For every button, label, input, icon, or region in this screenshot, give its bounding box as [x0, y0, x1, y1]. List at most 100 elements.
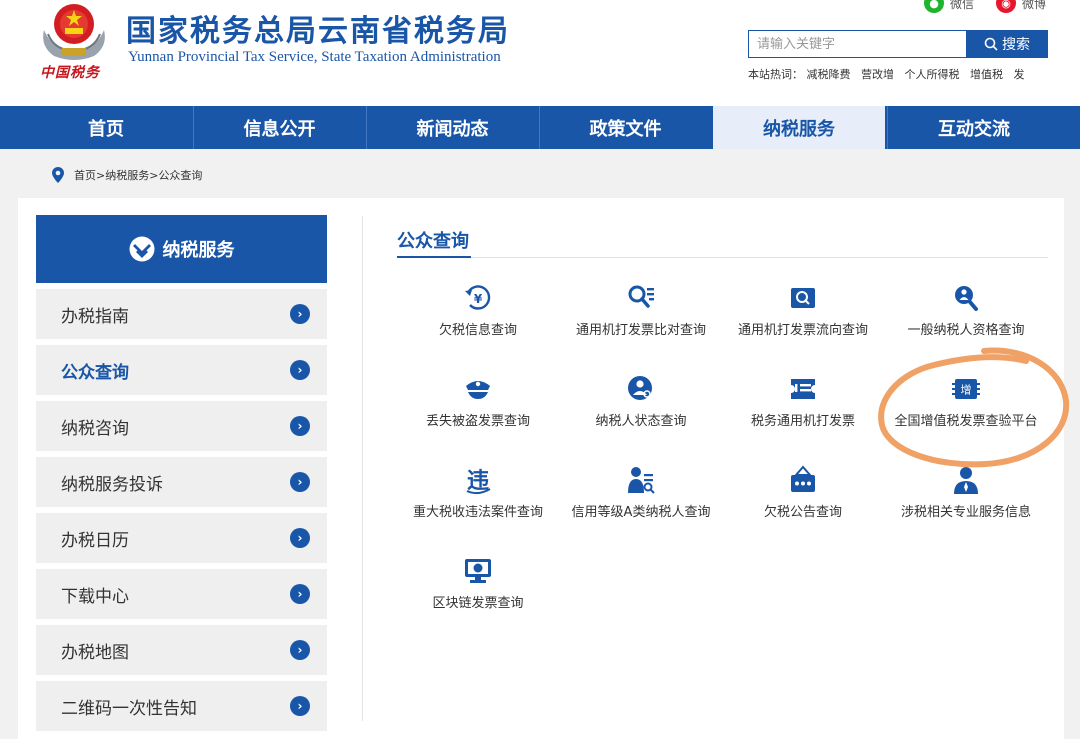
service-label: 丢失被盗发票查询: [425, 414, 530, 429]
main-nav: 首页 信息公开 新闻动态 政策文件 纳税服务 互动交流: [0, 106, 1080, 149]
sidebar-item-label: 二维码一次性告知: [61, 698, 197, 719]
service-label: 税务通用机打发票: [750, 414, 855, 429]
person-search-icon: [628, 376, 652, 400]
highlight-annotation: [878, 347, 1070, 468]
tax-service-logo-icon: [129, 236, 154, 262]
breadcrumb-tax-service[interactable]: 纳税服务: [105, 167, 149, 183]
weibo-icon: ◉: [996, 0, 1016, 13]
service-machine-invoice[interactable]: 税务通用机打发票: [722, 374, 884, 429]
service-tax-arrears-notice-query[interactable]: 欠税公告查询: [722, 465, 884, 520]
hot-words-label: 本站热词：: [748, 68, 803, 81]
chevron-right-icon: ›: [290, 472, 310, 492]
sidebar-title: 纳税服务: [162, 240, 235, 261]
breadcrumb: 首页 > 纳税服务 > 公众查询: [52, 166, 202, 184]
emblem-caption: 中国税务: [40, 65, 100, 81]
nav-item-policy[interactable]: 政策文件: [539, 106, 711, 149]
service-label: 区块链发票查询: [432, 596, 524, 611]
search-button[interactable]: 搜索: [966, 30, 1048, 58]
service-major-tax-violation-query[interactable]: 违 重大税收违法案件查询: [397, 465, 559, 520]
search-input[interactable]: [748, 30, 966, 58]
wechat-icon: ●: [924, 0, 944, 13]
service-taxpayer-status-query[interactable]: 纳税人状态查询: [560, 374, 722, 429]
service-label: 通用机打发票流向查询: [737, 323, 868, 338]
magnifier-person-icon: [955, 286, 978, 311]
sidebar-item-label: 办税指南: [61, 306, 129, 327]
sidebar-item-label: 纳税服务投诉: [61, 474, 163, 495]
hot-word-link[interactable]: 个人所得税: [905, 68, 960, 81]
sidebar-item-label: 纳税咨询: [61, 418, 129, 439]
sidebar-item-map[interactable]: 办税地图 ›: [36, 625, 327, 675]
service-professional-info[interactable]: 涉税相关专业服务信息: [885, 465, 1047, 520]
search-icon: [984, 37, 998, 51]
chevron-right-icon: ›: [290, 360, 310, 380]
hot-words: 本站热词： 减税降费 营改增 个人所得税 增值税 发: [748, 66, 1048, 82]
service-invoice-flow-query[interactable]: 通用机打发票流向查询: [722, 283, 884, 338]
site-header: 中国税务 国家税务总局云南省税务局 Yunnan Provincial Tax …: [0, 0, 1080, 106]
section-divider: [397, 257, 1048, 258]
section-title-underline: [397, 256, 471, 258]
service-label: 一般纳税人资格查询: [907, 323, 1025, 338]
service-label: 信用等级A类纳税人查询: [571, 505, 711, 520]
police-cap-icon: [466, 381, 490, 399]
service-label: 纳税人状态查询: [595, 414, 687, 429]
breadcrumb-current: 公众查询: [158, 169, 203, 182]
hot-word-link[interactable]: 发: [1014, 68, 1025, 81]
wechat-label: 微信: [950, 0, 975, 11]
site-subtitle: Yunnan Provincial Tax Service, State Tax…: [128, 49, 501, 65]
breadcrumb-separator: >: [149, 168, 159, 182]
sidebar-item-calendar[interactable]: 办税日历 ›: [36, 513, 327, 563]
sidebar-item-guide[interactable]: 办税指南 ›: [36, 289, 327, 339]
service-label: 重大税收违法案件查询: [412, 505, 543, 520]
service-invoice-compare-query[interactable]: 通用机打发票比对查询: [560, 283, 722, 338]
service-blockchain-invoice-query[interactable]: 区块链发票查询: [397, 556, 559, 611]
search-list-icon: [628, 285, 654, 308]
notice-board-icon: [791, 465, 815, 492]
chevron-right-icon: ›: [290, 584, 310, 604]
chevron-right-icon: ›: [290, 528, 310, 548]
national-emblem-icon: [43, 4, 105, 60]
tax-yuan-icon: ¥: [465, 285, 491, 310]
blockchain-monitor-icon: [465, 559, 491, 583]
hot-word-link[interactable]: 营改增: [861, 68, 894, 81]
section-title: 公众查询: [397, 231, 469, 252]
service-label: 欠税公告查询: [763, 505, 842, 520]
service-credit-a-taxpayer-query[interactable]: 信用等级A类纳税人查询: [560, 465, 722, 520]
weibo-link[interactable]: ◉ 微博: [996, 0, 1047, 13]
site-title[interactable]: 国家税务总局云南省税务局: [126, 6, 510, 50]
sidebar-item-label: 办税日历: [61, 530, 129, 551]
nav-item-tax-service[interactable]: 纳税服务: [713, 106, 885, 149]
sidebar-item-qrcode-notice[interactable]: 二维码一次性告知 ›: [36, 681, 327, 731]
hot-word-link[interactable]: 减税降费: [807, 68, 851, 81]
wechat-link[interactable]: ● 微信: [924, 0, 975, 13]
service-lost-invoice-query[interactable]: 丢失被盗发票查询: [397, 374, 559, 429]
breadcrumb-home[interactable]: 首页: [74, 167, 96, 183]
service-label: 通用机打发票比对查询: [575, 323, 706, 338]
professional-person-icon: [954, 467, 978, 494]
search-button-label: 搜索: [1002, 37, 1030, 53]
service-tax-arrears-query[interactable]: ¥ 欠税信息查询: [397, 283, 559, 338]
sidebar-header: 纳税服务: [36, 215, 327, 283]
nav-item-home[interactable]: 首页: [20, 106, 192, 149]
chevron-right-icon: ›: [290, 416, 310, 436]
sidebar-item-download[interactable]: 下载中心 ›: [36, 569, 327, 619]
nav-item-info-disclosure[interactable]: 信息公开: [193, 106, 365, 149]
sidebar-item-public-query[interactable]: 公众查询 ›: [36, 345, 327, 395]
hot-word-link[interactable]: 增值税: [970, 68, 1003, 81]
chevron-right-icon: ›: [290, 640, 310, 660]
nav-item-interaction[interactable]: 互动交流: [887, 106, 1060, 149]
chevron-right-icon: ›: [290, 696, 310, 716]
service-label: 涉税相关专业服务信息: [900, 505, 1031, 520]
vertical-divider: [362, 216, 363, 721]
sidebar-item-consult[interactable]: 纳税咨询 ›: [36, 401, 327, 451]
sidebar-item-label: 公众查询: [61, 362, 129, 383]
location-pin-icon: [52, 167, 64, 183]
weibo-label: 微博: [1022, 0, 1047, 11]
sidebar-item-label: 下载中心: [61, 586, 129, 607]
service-general-taxpayer-query[interactable]: 一般纳税人资格查询: [885, 283, 1047, 338]
tax-law-icon: 违: [466, 468, 491, 495]
chevron-right-icon: ›: [290, 304, 310, 324]
nav-item-news[interactable]: 新闻动态: [366, 106, 538, 149]
svg-text:¥: ¥: [474, 292, 483, 306]
sidebar-item-complaint[interactable]: 纳税服务投诉 ›: [36, 457, 327, 507]
ticket-icon: [791, 379, 815, 399]
